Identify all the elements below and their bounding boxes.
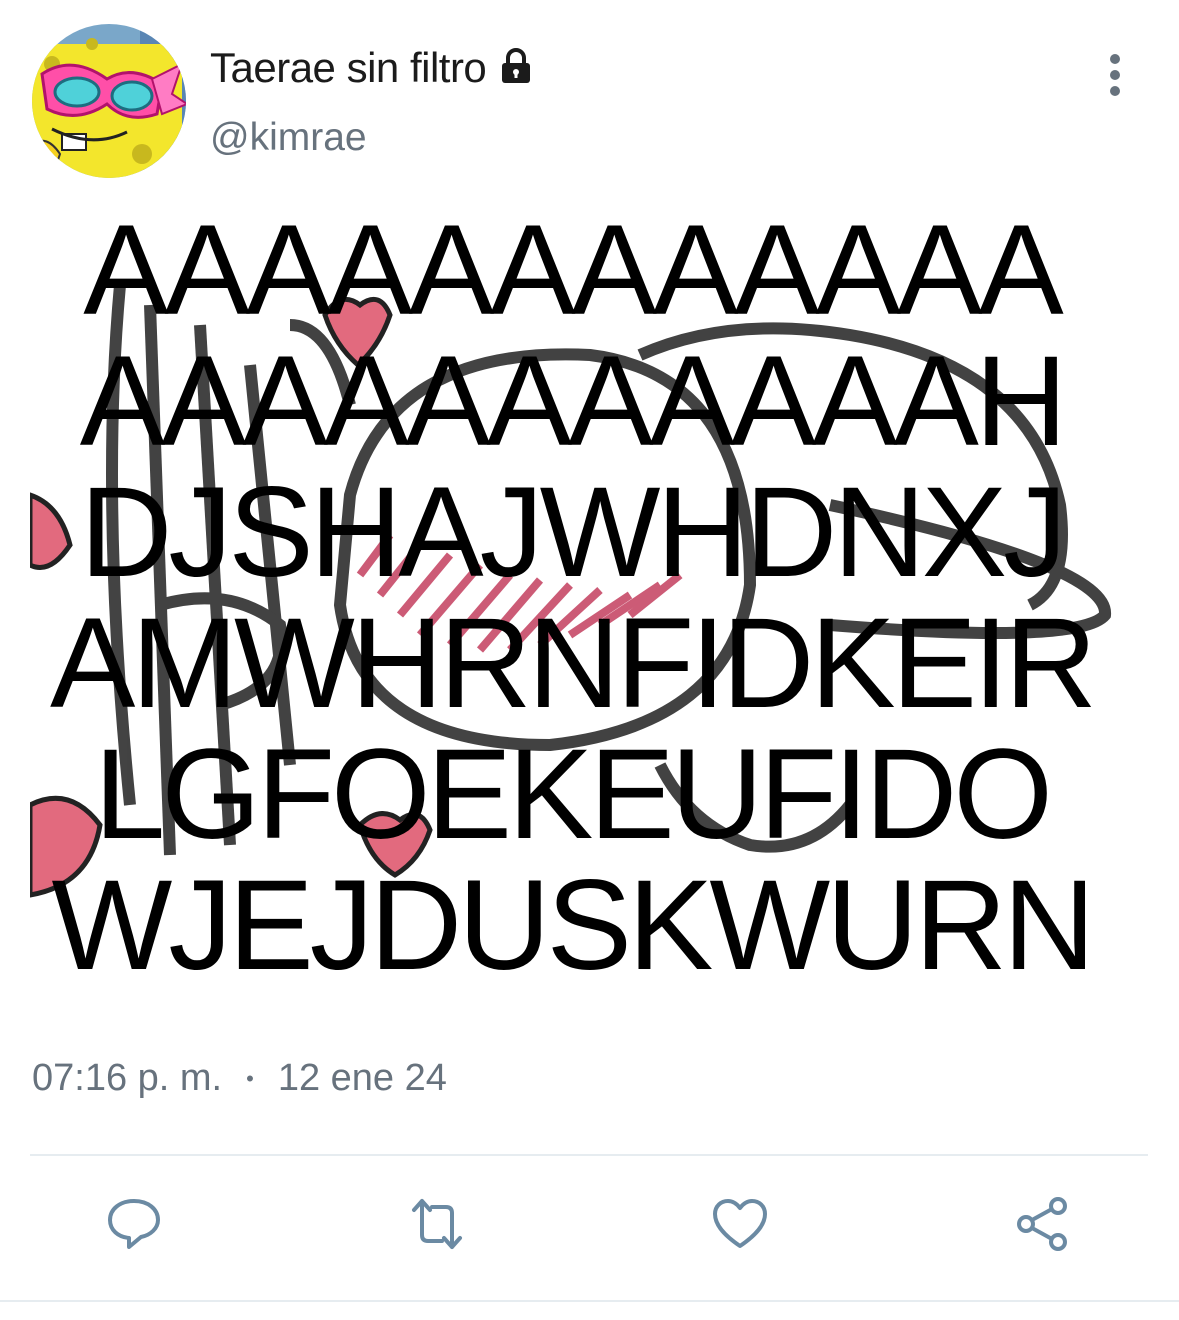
- avatar[interactable]: [32, 24, 186, 178]
- separator-dot: •: [246, 1065, 254, 1091]
- meme-caption: AAAAAAAAAAAA AAAAAAAAAAAH DJSHAJWHDNXJ A…: [30, 205, 1113, 1013]
- reply-button[interactable]: [102, 1192, 166, 1256]
- caption-line: WJEJDUSKWURN: [51, 854, 1096, 997]
- spongebob-avatar-image: [32, 24, 186, 178]
- caption-line: AAAAAAAAAAAH: [79, 330, 1068, 473]
- like-button[interactable]: [708, 1192, 772, 1256]
- lock-icon: [496, 46, 536, 86]
- retweet-button[interactable]: [405, 1192, 469, 1256]
- tweet-media-image[interactable]: AAAAAAAAAAAA AAAAAAAAAAAH DJSHAJWHDNXJ A…: [30, 205, 1113, 1013]
- like-icon: [713, 1199, 767, 1248]
- caption-line: AMWHRNFIDKEIR: [49, 592, 1097, 735]
- caption-line: AAAAAAAAAAAA: [83, 205, 1064, 342]
- tweet-time: 07:16 p. m.: [32, 1057, 223, 1099]
- share-icon: [1017, 1197, 1067, 1251]
- retweet-icon: [412, 1199, 462, 1249]
- divider: [30, 1154, 1148, 1156]
- caption-line: LGFOEKEUFIDO: [94, 723, 1053, 866]
- more-vertical-icon[interactable]: [1096, 50, 1134, 100]
- bottom-divider: [0, 1300, 1179, 1302]
- user-handle[interactable]: @kimrae: [210, 116, 367, 160]
- action-bar: [0, 1192, 1179, 1262]
- tweet-date: 12 ene 24: [277, 1057, 447, 1099]
- tweet-timestamp[interactable]: 07:16 p. m. • 12 ene 24: [32, 1057, 447, 1100]
- share-button[interactable]: [1011, 1192, 1075, 1256]
- caption-line: DJSHAJWHDNXJ: [79, 461, 1067, 604]
- reply-icon: [108, 1199, 160, 1249]
- display-name[interactable]: Taerae sin filtro: [210, 44, 487, 92]
